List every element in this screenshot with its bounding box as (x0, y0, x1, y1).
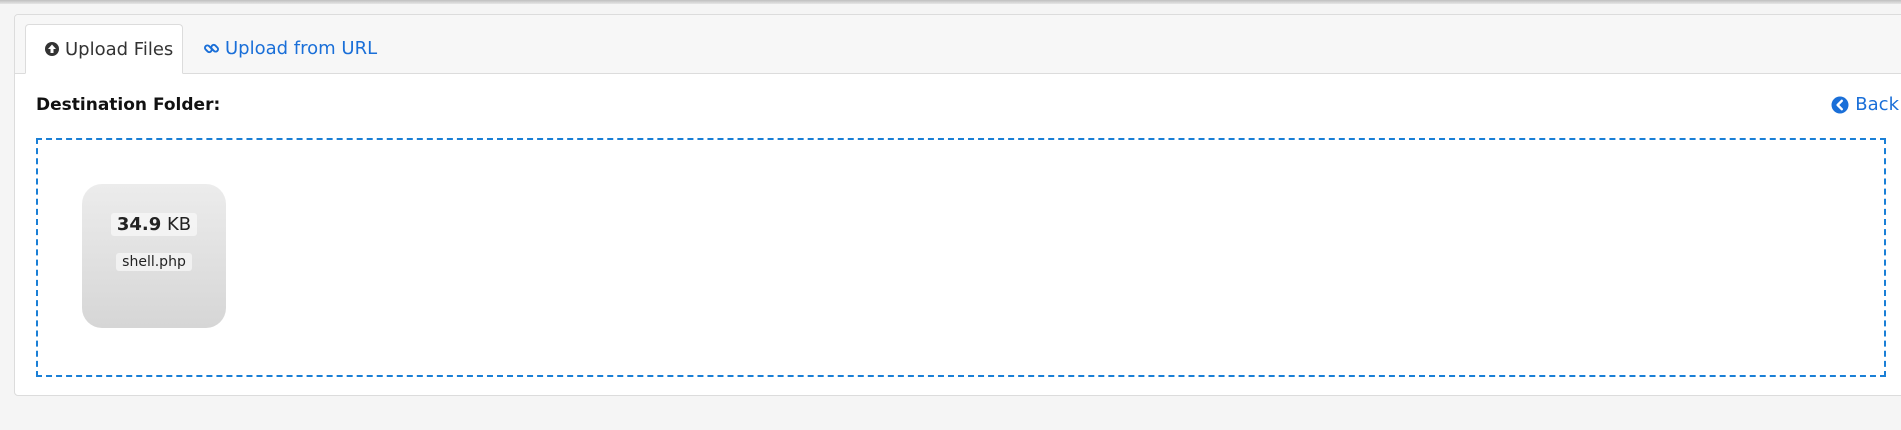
back-link[interactable]: Back (1831, 94, 1899, 115)
upload-circle-icon (44, 41, 60, 57)
tab-upload-from-url-label: Upload from URL (225, 38, 378, 59)
file-preview-card[interactable]: 34.9 KB shell.php (82, 184, 226, 328)
file-name: shell.php (116, 253, 192, 271)
top-shadow (0, 0, 1901, 4)
tab-upload-files-label: Upload Files (65, 38, 174, 60)
tab-upload-files[interactable]: Upload Files (25, 24, 183, 74)
link-icon (203, 40, 220, 57)
tab-upload-from-url[interactable]: Upload from URL (203, 24, 377, 73)
upload-panel: Upload Files Upload from URL Destination… (14, 14, 1901, 396)
file-size-value: 34.9 (116, 214, 162, 235)
file-dropzone[interactable]: 34.9 KB shell.php (36, 138, 1886, 377)
destination-folder-label: Destination Folder: (36, 95, 221, 115)
back-circle-icon (1831, 96, 1849, 114)
back-label: Back (1855, 94, 1899, 115)
tab-bar: Upload Files Upload from URL (15, 15, 1901, 74)
file-size: 34.9 KB (110, 213, 198, 236)
file-size-unit: KB (167, 214, 192, 235)
